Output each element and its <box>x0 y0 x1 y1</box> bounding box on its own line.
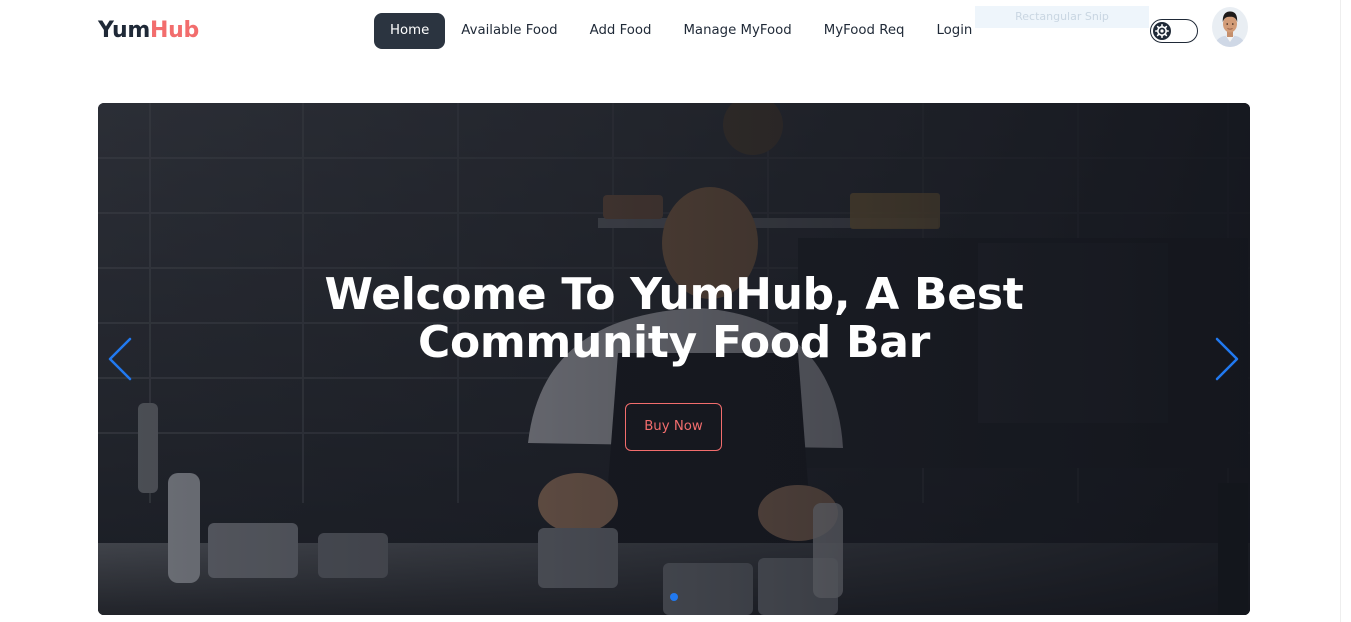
carousel-next-button[interactable] <box>1211 336 1241 382</box>
brand-logo[interactable]: YumHub <box>98 18 199 43</box>
hero-carousel: Welcome To YumHub, A Best Community Food… <box>98 103 1250 615</box>
nav-item-home[interactable]: Home <box>374 13 446 49</box>
brand-logo-part2: Hub <box>150 18 199 43</box>
carousel-pagination <box>98 593 1250 601</box>
buy-now-button[interactable]: Buy Now <box>625 403 722 451</box>
carousel-dot-active[interactable] <box>670 593 678 601</box>
page-scrollbar[interactable] <box>1340 0 1351 622</box>
hero-heading: Welcome To YumHub, A Best Community Food… <box>98 271 1250 367</box>
hero-heading-line2: Community Food Bar <box>417 317 931 368</box>
chevron-left-icon <box>108 337 132 381</box>
brand-logo-part1: Yum <box>98 18 151 43</box>
chevron-right-icon <box>1215 337 1239 381</box>
gear-icon <box>1153 21 1171 40</box>
nav-item-manage-myfood[interactable]: Manage MyFood <box>667 13 807 49</box>
nav-item-add-food[interactable]: Add Food <box>574 13 668 49</box>
nav-item-available-food[interactable]: Available Food <box>445 13 573 49</box>
navbar: YumHub Home Available Food Add Food Mana… <box>0 0 1351 62</box>
theme-toggle[interactable] <box>1150 19 1198 43</box>
main-nav: Home Available Food Add Food Manage MyFo… <box>374 13 988 49</box>
user-avatar[interactable] <box>1212 7 1248 47</box>
rectangular-snip-overlay: Rectangular Snip <box>975 6 1149 28</box>
nav-item-myfood-req[interactable]: MyFood Req <box>808 13 921 49</box>
carousel-prev-button[interactable] <box>106 336 136 382</box>
hero-heading-line1: Welcome To YumHub, A Best <box>324 269 1024 320</box>
